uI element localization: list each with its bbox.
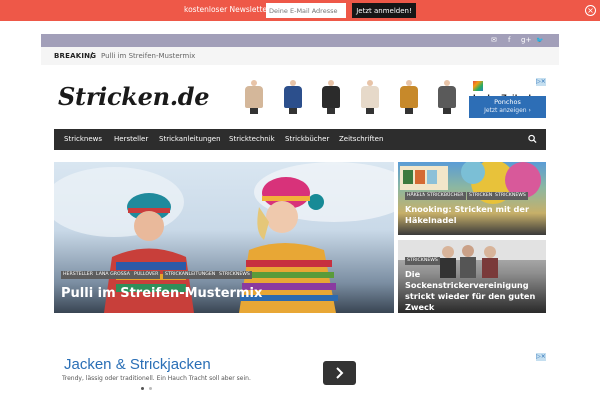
newsletter-email-input[interactable] <box>266 3 346 18</box>
ad-choices-icon[interactable]: ▷× <box>536 353 546 361</box>
nav-item-zeitschriften[interactable]: Zeitschriften <box>339 135 383 143</box>
tag-stricken[interactable]: STRICKEN <box>467 192 495 200</box>
side-article-image[interactable]: HÄKELN STRICKBÜCHER STRICKEN STRICKNEWS … <box>398 162 546 235</box>
side-article-image[interactable]: STRICKNEWS Die Sockenstrickervereinigung… <box>398 240 546 313</box>
breaking-news-bar: BREAKING / Pulli im Streifen-Mustermix <box>41 47 559 65</box>
tag-strickanleitungen[interactable]: STRICKANLEITUNGEN <box>163 271 218 279</box>
search-icon[interactable] <box>528 134 537 144</box>
tag-stricknews[interactable]: STRICKNEWS <box>493 192 528 200</box>
tag-hersteller[interactable]: HERSTELLER <box>61 271 95 279</box>
side-post-2-title[interactable]: Die Sockenstrickervereinigung strickt wi… <box>405 269 546 313</box>
tag-stricknews[interactable]: STRICKNEWS <box>405 257 440 265</box>
product-image[interactable] <box>283 80 303 114</box>
nav-item-stricktechnik[interactable]: Stricktechnik <box>229 135 275 143</box>
tag-strickbuecher[interactable]: STRICKBÜCHER <box>425 192 466 200</box>
ladenzeile-ad[interactable]: LadenZeile.de ▷× Ponchos Jetzt anzeigen … <box>469 78 546 118</box>
newsletter-submit-button[interactable]: Jetzt anmelden! <box>352 3 416 18</box>
product-image[interactable] <box>399 80 419 114</box>
product-image[interactable] <box>321 80 341 114</box>
google-plus-icon[interactable]: g+ <box>521 36 531 44</box>
chevron-right-icon[interactable] <box>323 361 356 385</box>
carousel-dot-active[interactable] <box>141 387 144 390</box>
ad-choices-icon[interactable]: ▷× <box>536 78 546 86</box>
social-bar: ✉ f g+ 🐦 <box>41 34 559 47</box>
newsletter-label: kostenloser Newsletter <box>184 5 271 14</box>
facebook-icon[interactable]: f <box>508 36 510 44</box>
bottom-ad-subtitle: Trendy, lässig oder traditionell. Ein Ha… <box>62 375 251 382</box>
feature-article-image[interactable]: HERSTELLER LANA GROSSA PULLOVER STRICKAN… <box>54 162 394 313</box>
nav-item-strickanleitungen[interactable]: Strickanleitungen <box>159 135 221 143</box>
newsletter-bar: kostenloser Newsletter Jetzt anmelden! × <box>0 0 600 21</box>
twitter-icon[interactable]: 🐦 <box>536 37 543 44</box>
side-post-1-title[interactable]: Knooking: Stricken mit der Häkelnadel <box>405 204 529 226</box>
mail-icon[interactable]: ✉ <box>491 36 497 44</box>
product-image[interactable] <box>437 80 457 114</box>
nav-item-strickbuecher[interactable]: Strickbücher <box>285 135 329 143</box>
product-image[interactable] <box>244 80 264 114</box>
nav-item-hersteller[interactable]: Hersteller <box>114 135 148 143</box>
feature-title[interactable]: Pulli im Streifen-Mustermix <box>61 286 262 301</box>
breaking-headline-link[interactable]: Pulli im Streifen-Mustermix <box>101 52 195 60</box>
bottom-ad-title[interactable]: Jacken & Strickjacken <box>64 356 211 373</box>
ladenzeile-logo-icon <box>473 81 483 91</box>
product-image[interactable] <box>360 80 380 114</box>
ad-product-label: Ponchos <box>494 98 521 106</box>
ad-cta-label: Jetzt anzeigen › <box>484 107 531 114</box>
close-icon[interactable]: × <box>585 5 596 16</box>
carousel-dot[interactable] <box>149 387 152 390</box>
site-logo[interactable]: Stricken.de <box>58 82 210 111</box>
tag-pullover[interactable]: PULLOVER <box>132 271 161 279</box>
page: kostenloser Newsletter Jetzt anmelden! ×… <box>0 0 600 400</box>
nav-item-stricknews[interactable]: Stricknews <box>64 135 102 143</box>
main-nav: Stricknews Hersteller Strickanleitungen … <box>54 129 546 150</box>
breaking-separator: / <box>90 51 93 60</box>
ladenzeile-cta[interactable]: Ponchos Jetzt anzeigen › <box>469 96 546 118</box>
tag-lana-grossa[interactable]: LANA GROSSA <box>94 271 132 279</box>
tag-stricknews[interactable]: STRICKNEWS <box>217 271 252 279</box>
